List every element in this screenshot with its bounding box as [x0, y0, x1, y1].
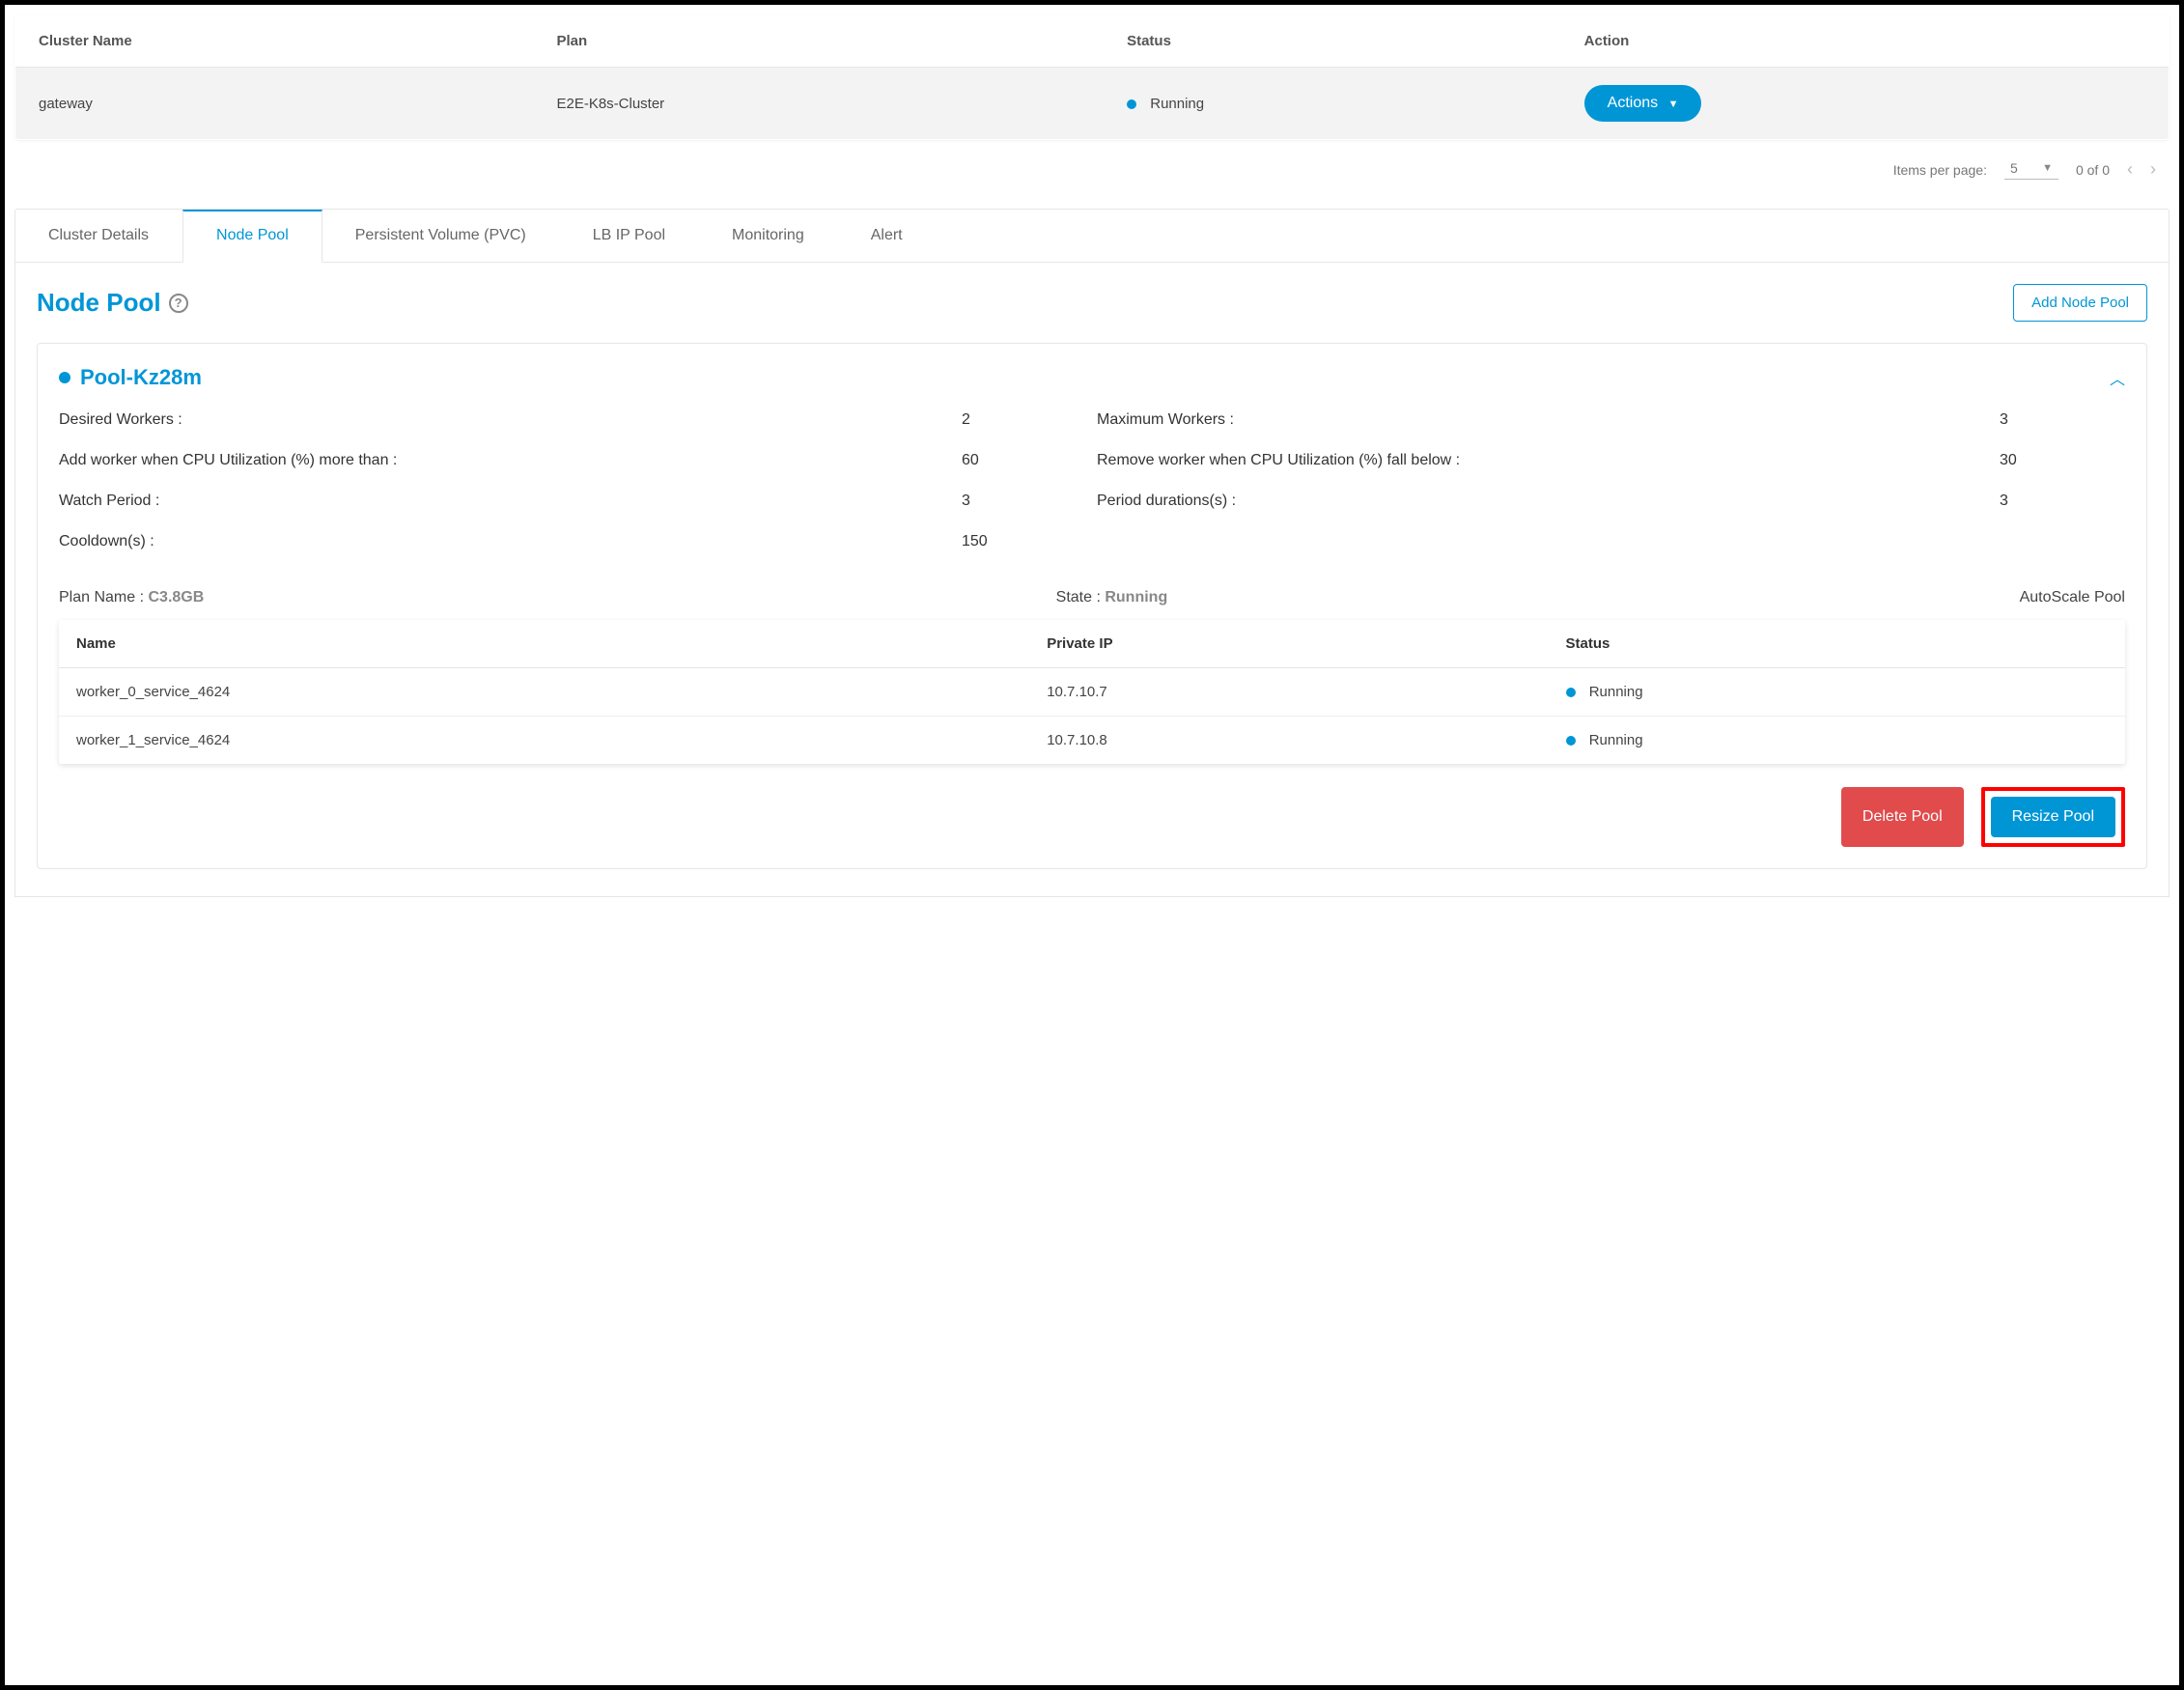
pagination-range: 0 of 0 — [2076, 162, 2110, 178]
worker-name: worker_1_service_4624 — [59, 717, 1029, 765]
pool-name-text: Pool-Kz28m — [80, 365, 202, 390]
tab-cluster-details[interactable]: Cluster Details — [15, 210, 182, 262]
pool-actions: Delete Pool Resize Pool — [59, 783, 2125, 868]
table-row: worker_1_service_4624 10.7.10.8 Running — [59, 717, 2125, 765]
tab-pvc[interactable]: Persistent Volume (PVC) — [322, 210, 560, 262]
actions-button[interactable]: Actions ▼ — [1584, 85, 1702, 122]
cluster-summary-table: Cluster Name Plan Status Action gateway … — [14, 14, 2170, 140]
cluster-status-value: Running — [1104, 68, 1561, 140]
tab-node-pool[interactable]: Node Pool — [182, 210, 322, 263]
chevron-right-icon[interactable]: › — [2150, 159, 2156, 180]
worker-status: Running — [1549, 668, 2125, 717]
section-title: Node Pool ? — [37, 288, 188, 318]
chevron-up-icon[interactable]: ︿ — [2110, 366, 2125, 389]
tab-monitoring[interactable]: Monitoring — [699, 210, 838, 262]
workers-table: Name Private IP Status worker_0_service_… — [59, 620, 2125, 764]
col-status: Status — [1104, 15, 1561, 68]
delete-pool-button[interactable]: Delete Pool — [1841, 787, 1964, 847]
tabs: Cluster Details Node Pool Persistent Vol… — [14, 209, 2170, 263]
pool-name[interactable]: Pool-Kz28m — [59, 365, 202, 390]
chevron-left-icon[interactable]: ‹ — [2127, 159, 2133, 180]
cluster-status-text: Running — [1150, 96, 1204, 112]
col-worker-name: Name — [59, 620, 1029, 668]
col-action: Action — [1561, 15, 2170, 68]
plan-name: Plan Name : C3.8GB — [59, 589, 204, 606]
pool-state-value: Running — [1105, 589, 1167, 606]
worker-ip: 10.7.10.8 — [1029, 717, 1548, 765]
desired-workers-value: 2 — [962, 411, 1087, 429]
cluster-row: gateway E2E-K8s-Cluster Running Actions … — [15, 68, 2170, 140]
items-per-page-select[interactable]: 5 ▼ — [2004, 160, 2058, 180]
worker-status-text: Running — [1589, 732, 1643, 748]
col-cluster-name: Cluster Name — [15, 15, 534, 68]
status-dot-icon — [1127, 99, 1136, 109]
max-workers-label: Maximum Workers : — [1097, 411, 1990, 429]
status-dot-icon — [59, 372, 70, 383]
worker-ip: 10.7.10.7 — [1029, 668, 1548, 717]
add-cpu-value: 60 — [962, 452, 1087, 469]
cooldown-label: Cooldown(s) : — [59, 533, 952, 550]
cluster-plan-value: E2E-K8s-Cluster — [533, 68, 1104, 140]
section-title-text: Node Pool — [37, 288, 161, 318]
col-worker-ip: Private IP — [1029, 620, 1548, 668]
caret-down-icon: ▼ — [2042, 162, 2053, 174]
plan-name-value: C3.8GB — [148, 589, 204, 606]
node-pool-section: Node Pool ? Add Node Pool Pool-Kz28m ︿ D… — [14, 263, 2170, 897]
max-workers-value: 3 — [2000, 411, 2125, 429]
period-duration-value: 3 — [2000, 493, 2125, 510]
pool-config-grid: Desired Workers : 2 Maximum Workers : 3 … — [59, 411, 2125, 550]
tab-lb-ip-pool[interactable]: LB IP Pool — [560, 210, 699, 262]
watch-period-label: Watch Period : — [59, 493, 952, 510]
items-per-page-value: 5 — [2010, 160, 2018, 176]
cluster-name-value: gateway — [15, 68, 534, 140]
autoscale-label: AutoScale Pool — [2020, 589, 2125, 606]
help-icon[interactable]: ? — [169, 294, 188, 313]
col-worker-status: Status — [1549, 620, 2125, 668]
items-per-page-label: Items per page: — [1893, 162, 1987, 178]
status-dot-icon — [1566, 736, 1576, 746]
worker-status: Running — [1549, 717, 2125, 765]
plan-name-label: Plan Name : — [59, 589, 148, 606]
remove-cpu-value: 30 — [2000, 452, 2125, 469]
resize-highlight-box: Resize Pool — [1981, 787, 2125, 847]
resize-pool-button[interactable]: Resize Pool — [1991, 797, 2115, 837]
worker-name: worker_0_service_4624 — [59, 668, 1029, 717]
pagination: Items per page: 5 ▼ 0 of 0 ‹ › — [14, 140, 2170, 203]
period-duration-label: Period durations(s) : — [1097, 493, 1990, 510]
worker-status-text: Running — [1589, 684, 1643, 700]
watch-period-value: 3 — [962, 493, 1087, 510]
desired-workers-label: Desired Workers : — [59, 411, 952, 429]
actions-button-label: Actions — [1608, 95, 1658, 111]
add-cpu-label: Add worker when CPU Utilization (%) more… — [59, 452, 952, 469]
pool-card: Pool-Kz28m ︿ Desired Workers : 2 Maximum… — [37, 343, 2147, 869]
caret-down-icon: ▼ — [1668, 99, 1679, 110]
remove-cpu-label: Remove worker when CPU Utilization (%) f… — [1097, 452, 1990, 469]
add-node-pool-button[interactable]: Add Node Pool — [2013, 284, 2147, 322]
status-dot-icon — [1566, 688, 1576, 697]
table-row: worker_0_service_4624 10.7.10.7 Running — [59, 668, 2125, 717]
pool-state-label: State : — [1056, 589, 1106, 606]
tab-alert[interactable]: Alert — [838, 210, 937, 262]
pool-state: State : Running — [1056, 589, 1168, 606]
cooldown-value: 150 — [962, 533, 1087, 550]
col-plan: Plan — [533, 15, 1104, 68]
pool-meta: Plan Name : C3.8GB State : Running AutoS… — [59, 589, 2125, 606]
